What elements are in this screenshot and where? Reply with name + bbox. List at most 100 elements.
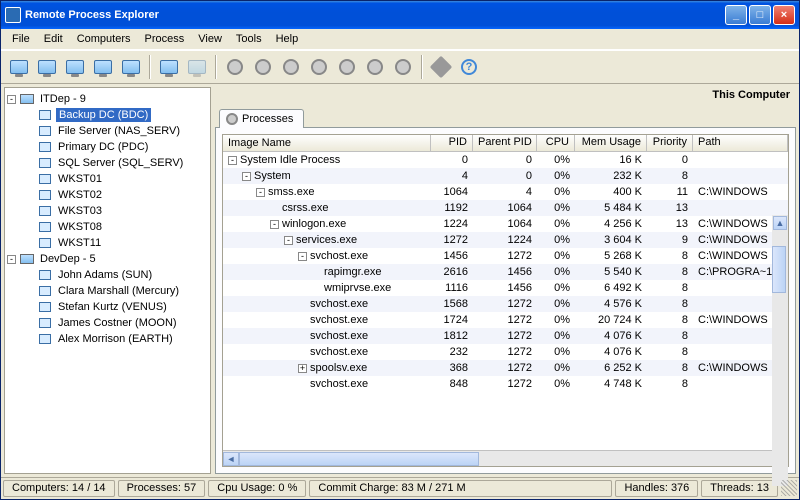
process-action-2[interactable]: [249, 53, 277, 81]
tree-node[interactable]: John Adams (SUN): [7, 267, 208, 283]
menu-process[interactable]: Process: [138, 31, 192, 47]
resize-gripper-icon[interactable]: [781, 480, 797, 496]
table-row[interactable]: +spoolsv.exe36812720%6 252 K8C:\WINDOWS: [223, 360, 788, 376]
col-mem-usage[interactable]: Mem Usage: [575, 135, 647, 151]
tree-node[interactable]: SQL Server (SQL_SERV): [7, 155, 208, 171]
expander-icon[interactable]: -: [256, 188, 265, 197]
tree-group[interactable]: - ITDep - 9: [7, 91, 208, 107]
expander-icon[interactable]: +: [298, 364, 307, 373]
process-kill-button[interactable]: [277, 53, 305, 81]
table-row[interactable]: -services.exe127212240%3 604 K9C:\WINDOW…: [223, 232, 788, 248]
tabbar: Processes: [215, 104, 796, 128]
table-row[interactable]: svchost.exe172412720%20 724 K8C:\WINDOWS: [223, 312, 788, 328]
menu-view[interactable]: View: [191, 31, 229, 47]
col-pid[interactable]: PID: [431, 135, 473, 151]
tree-node[interactable]: WKST02: [7, 187, 208, 203]
help-button[interactable]: ?: [455, 53, 483, 81]
close-button[interactable]: ×: [773, 5, 795, 25]
menu-help[interactable]: Help: [269, 31, 306, 47]
process-search-button[interactable]: [389, 53, 417, 81]
cell-cpu: 0%: [537, 346, 575, 358]
cell-pri: 8: [647, 330, 693, 342]
tree-node[interactable]: WKST08: [7, 219, 208, 235]
table-row[interactable]: -System Idle Process000%16 K0: [223, 152, 788, 168]
menu-tools[interactable]: Tools: [229, 31, 269, 47]
cell-ppid: 1064: [473, 218, 537, 230]
menu-edit[interactable]: Edit: [37, 31, 70, 47]
tree-label: ITDep - 9: [38, 92, 88, 106]
tree-node[interactable]: Alex Morrison (EARTH): [7, 331, 208, 347]
table-row[interactable]: csrss.exe119210640%5 484 K13: [223, 200, 788, 216]
maximize-button[interactable]: □: [749, 5, 771, 25]
cell-mem: 3 604 K: [575, 234, 647, 246]
table-row[interactable]: wmiprvse.exe111614560%6 492 K8: [223, 280, 788, 296]
tree-node[interactable]: WKST11: [7, 235, 208, 251]
horizontal-scrollbar[interactable]: ◄ ►: [223, 450, 788, 466]
connect-button[interactable]: [155, 53, 183, 81]
tree-label: SQL Server (SQL_SERV): [56, 156, 185, 170]
col-path[interactable]: Path: [693, 135, 788, 151]
scroll-up-button[interactable]: ▲: [773, 216, 787, 230]
scroll-thumb[interactable]: [772, 246, 786, 293]
tab-processes[interactable]: Processes: [219, 109, 304, 128]
tree-node[interactable]: WKST03: [7, 203, 208, 219]
grid-header[interactable]: Image Name PID Parent PID CPU Mem Usage …: [223, 135, 788, 152]
minimize-button[interactable]: _: [725, 5, 747, 25]
expander-icon[interactable]: -: [7, 95, 16, 104]
titlebar[interactable]: Remote Process Explorer _ □ ×: [1, 1, 799, 29]
add-computer-button[interactable]: [33, 53, 61, 81]
options-button[interactable]: [427, 53, 455, 81]
table-row[interactable]: svchost.exe23212720%4 076 K8: [223, 344, 788, 360]
tree-node[interactable]: James Costner (MOON): [7, 315, 208, 331]
expander-icon[interactable]: -: [298, 252, 307, 261]
expander-icon[interactable]: -: [270, 220, 279, 229]
cell-cpu: 0%: [537, 170, 575, 182]
table-row[interactable]: -winlogon.exe122410640%4 256 K13C:\WINDO…: [223, 216, 788, 232]
expander-icon[interactable]: -: [284, 236, 293, 245]
find-computer-button[interactable]: [5, 53, 33, 81]
tab-label: Processes: [242, 113, 293, 125]
refresh-computers-button[interactable]: [117, 53, 145, 81]
grid-body[interactable]: -System Idle Process000%16 K0-System400%…: [223, 152, 788, 450]
table-row[interactable]: svchost.exe181212720%4 076 K8: [223, 328, 788, 344]
scroll-track[interactable]: [239, 452, 772, 466]
col-priority[interactable]: Priority: [647, 135, 693, 151]
vertical-scrollbar[interactable]: ▲: [772, 215, 788, 486]
cell-mem: 5 540 K: [575, 266, 647, 278]
scroll-thumb[interactable]: [239, 452, 479, 466]
status-processes: Processes: 57: [118, 480, 206, 497]
menu-file[interactable]: File: [5, 31, 37, 47]
table-row[interactable]: rapimgr.exe261614560%5 540 K8C:\PROGRA~1: [223, 264, 788, 280]
cell-pri: 9: [647, 234, 693, 246]
disconnect-button[interactable]: [183, 53, 211, 81]
table-row[interactable]: -smss.exe106440%400 K11C:\WINDOWS: [223, 184, 788, 200]
tree-label: John Adams (SUN): [56, 268, 154, 282]
table-row[interactable]: -System400%232 K8: [223, 168, 788, 184]
process-action-1[interactable]: [221, 53, 249, 81]
remove-computer-button[interactable]: [89, 53, 117, 81]
table-row[interactable]: svchost.exe84812720%4 748 K8: [223, 376, 788, 392]
process-priority-button[interactable]: [305, 53, 333, 81]
table-row[interactable]: -svchost.exe145612720%5 268 K8C:\WINDOWS: [223, 248, 788, 264]
tree-node[interactable]: Stefan Kurtz (VENUS): [7, 299, 208, 315]
computer-tree[interactable]: - ITDep - 9Backup DC (BDC)File Server (NA…: [5, 88, 210, 350]
scroll-left-button[interactable]: ◄: [223, 452, 239, 466]
col-cpu[interactable]: CPU: [537, 135, 575, 151]
expander-icon[interactable]: -: [242, 172, 251, 181]
tree-node[interactable]: Clara Marshall (Mercury): [7, 283, 208, 299]
edit-computer-button[interactable]: [61, 53, 89, 81]
status-cpu: Cpu Usage: 0 %: [208, 480, 306, 497]
tree-node[interactable]: Primary DC (PDC): [7, 139, 208, 155]
process-info-button[interactable]: [361, 53, 389, 81]
tree-node[interactable]: File Server (NAS_SERV): [7, 123, 208, 139]
tree-node[interactable]: WKST01: [7, 171, 208, 187]
menu-computers[interactable]: Computers: [70, 31, 138, 47]
table-row[interactable]: svchost.exe156812720%4 576 K8: [223, 296, 788, 312]
process-refresh-button[interactable]: [333, 53, 361, 81]
tree-node[interactable]: Backup DC (BDC): [7, 107, 208, 123]
expander-icon[interactable]: -: [7, 255, 16, 264]
col-parent-pid[interactable]: Parent PID: [473, 135, 537, 151]
tree-group[interactable]: -DevDep - 5: [7, 251, 208, 267]
expander-icon[interactable]: -: [228, 156, 237, 165]
col-image-name[interactable]: Image Name: [223, 135, 431, 151]
